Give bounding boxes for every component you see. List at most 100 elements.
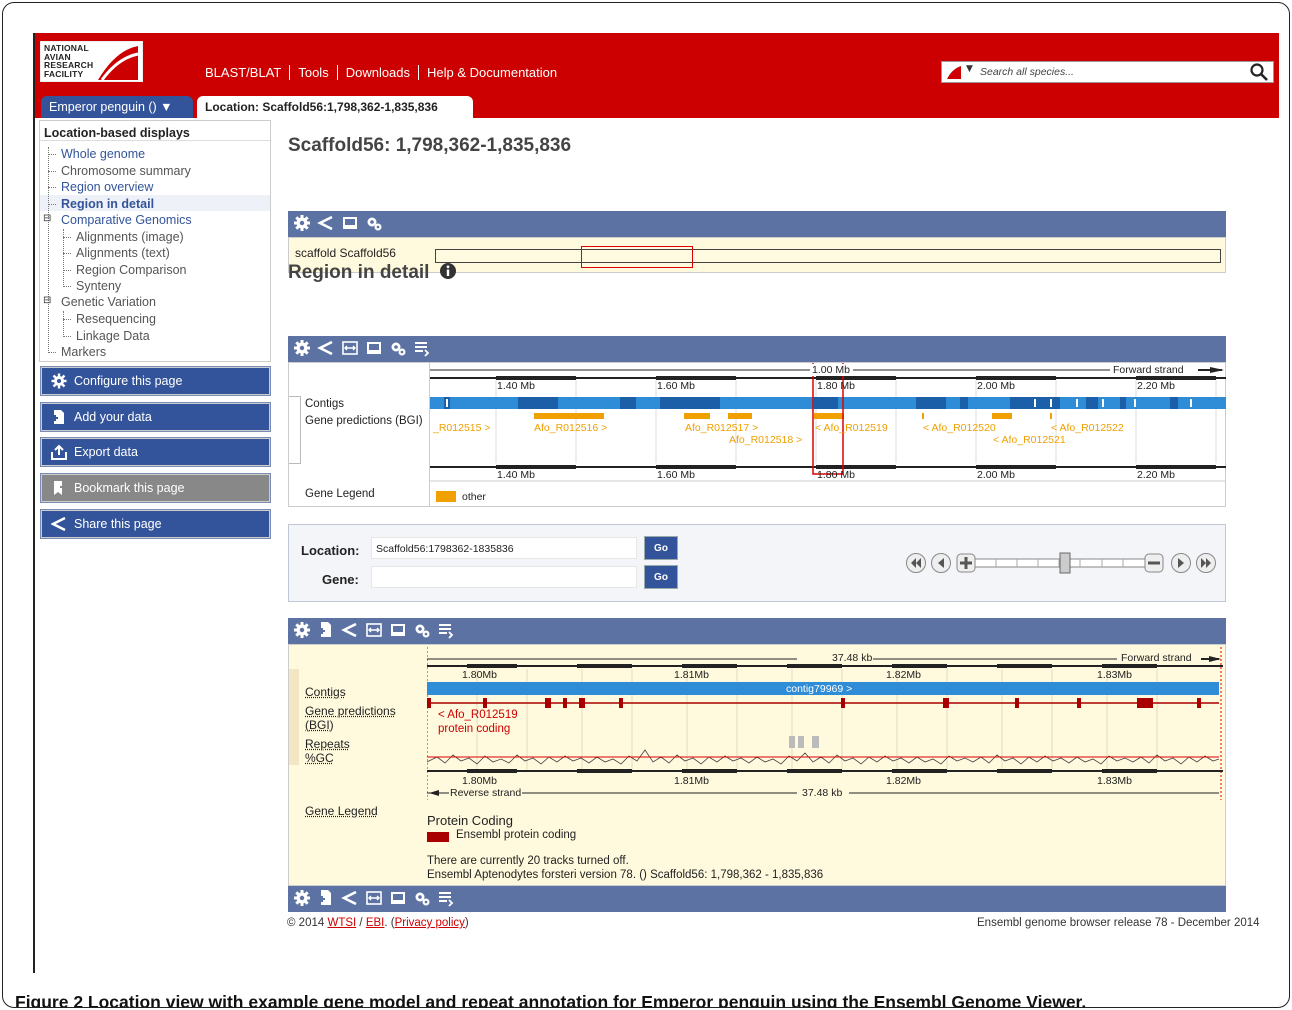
sidebar-item-chromosome-summary[interactable]: Chromosome summary	[61, 164, 191, 178]
species-select-icon[interactable]	[946, 65, 962, 80]
search-input[interactable]: Search all species...	[980, 66, 1074, 78]
export-data-label: Export data	[74, 445, 138, 459]
resize-icon[interactable]	[341, 339, 359, 357]
gene-label[interactable]: Afo_R012517 >	[685, 422, 758, 434]
nav-help[interactable]: Help & Documentation	[418, 65, 565, 80]
sidebar-item-synteny[interactable]: Synteny	[76, 279, 121, 293]
bookmark-icon	[54, 481, 66, 495]
bookmark-page-button[interactable]: Bookmark this page	[40, 473, 271, 503]
sidebar-item-comparative-genomics[interactable]: Comparative Genomics	[61, 213, 192, 227]
sidebar-item-resequencing[interactable]: Resequencing	[76, 312, 156, 326]
gene-input[interactable]	[371, 566, 637, 588]
sidebar-item-markers[interactable]: Markers	[61, 345, 106, 359]
tick-label: 1.80 Mb	[817, 469, 855, 481]
settings-refresh-icon[interactable]	[413, 889, 431, 907]
gene-label[interactable]: < Afo_R012521	[993, 434, 1066, 446]
sidebar-item-region-comparison[interactable]: Region Comparison	[76, 263, 186, 277]
info-icon[interactable]	[439, 262, 457, 280]
resize-icon[interactable]	[365, 621, 383, 639]
settings-refresh-icon[interactable]	[365, 214, 383, 232]
location-go-button[interactable]: Go	[644, 536, 678, 560]
image-export-icon[interactable]	[389, 889, 407, 907]
sidebar-item-linkage-data[interactable]: Linkage Data	[76, 329, 150, 343]
species-search[interactable]: ▼ Search all species...	[941, 61, 1274, 83]
share-page-button[interactable]: Share this page	[40, 509, 271, 539]
zoom-out-icon	[1144, 553, 1164, 573]
track-label-gene-legend[interactable]: Gene Legend	[305, 804, 378, 818]
share-icon[interactable]	[317, 339, 335, 357]
collapse-toggle-icon[interactable]: ⊟	[43, 295, 51, 306]
add-data-button[interactable]: Add your data	[40, 402, 271, 432]
gene-label[interactable]: _R012515 >	[433, 422, 491, 434]
privacy-policy-link[interactable]: Privacy policy	[395, 917, 465, 929]
track-label-gene-predictions[interactable]: Gene predictions (BGI)	[305, 704, 405, 732]
image-export-icon[interactable]	[365, 339, 383, 357]
resize-icon[interactable]	[365, 889, 383, 907]
gene-label[interactable]: < Afo_R012519	[815, 422, 888, 434]
scaffold-selection-box[interactable]	[581, 246, 693, 268]
detail-panel-toolbar	[288, 618, 1226, 644]
gene-go-button[interactable]: Go	[644, 565, 678, 589]
scaffold-bar[interactable]	[435, 249, 1221, 263]
search-icon[interactable]	[1249, 62, 1269, 82]
settings-refresh-icon[interactable]	[413, 621, 431, 639]
sidebar-item-region-in-detail[interactable]: Region in detail	[61, 197, 154, 211]
sidebar-item-whole-genome[interactable]: Whole genome	[61, 147, 145, 161]
export-data-button[interactable]: Export data	[40, 437, 271, 467]
collapse-toggle-icon[interactable]: ⊟	[43, 213, 51, 224]
tree-line	[48, 171, 56, 172]
sidebar-item-alignments-text[interactable]: Alignments (text)	[76, 246, 170, 260]
tree-line	[63, 311, 64, 337]
reset-tracks-icon[interactable]	[413, 339, 431, 357]
jump-forward-icon	[1196, 553, 1216, 573]
share-icon[interactable]	[341, 621, 359, 639]
separator: /	[359, 917, 363, 929]
share-icon[interactable]	[341, 889, 359, 907]
contig-label[interactable]: contig79969 >	[786, 683, 852, 695]
gear-icon[interactable]	[293, 214, 311, 232]
species-tab[interactable]: Emperor penguin () ▼	[41, 96, 193, 118]
image-export-icon[interactable]	[341, 214, 359, 232]
scaffold-label: scaffold Scaffold56	[295, 246, 396, 260]
tree-line	[63, 336, 71, 337]
gene-label[interactable]: < Afo_R012520	[923, 422, 996, 434]
configure-page-button[interactable]: Configure this page	[40, 366, 271, 396]
sidebar-item-alignments-image[interactable]: Alignments (image)	[76, 230, 184, 244]
tree-line	[63, 270, 71, 271]
ebi-link[interactable]: EBI	[366, 917, 385, 929]
nav-tools[interactable]: Tools	[289, 65, 336, 80]
track-label-repeats[interactable]: Repeats	[305, 737, 350, 751]
wtsi-link[interactable]: WTSI	[327, 917, 356, 929]
dropdown-caret-icon[interactable]: ▼	[966, 64, 973, 74]
gear-icon[interactable]	[293, 621, 311, 639]
gear-icon[interactable]	[293, 889, 311, 907]
gene-name-label[interactable]: < Afo_R012519	[438, 709, 518, 721]
gene-label-text: Gene:	[322, 572, 359, 587]
gene-label[interactable]: < Afo_R012522	[1051, 422, 1124, 434]
settings-refresh-icon[interactable]	[389, 339, 407, 357]
gene-label[interactable]: Afo_R012518 >	[729, 434, 802, 446]
location-input[interactable]: Scaffold56:1798362-1835836	[371, 537, 637, 559]
section-title-text: Region in detail	[288, 262, 430, 283]
site-logo[interactable]: NATIONAL AVIAN RESEARCH FACILITY	[40, 41, 143, 82]
sidebar-item-genetic-variation[interactable]: Genetic Variation	[61, 295, 156, 309]
nav-blast[interactable]: BLAST/BLAT	[203, 65, 289, 80]
nav-downloads[interactable]: Downloads	[336, 65, 418, 80]
tick-label: 1.40 Mb	[497, 469, 535, 481]
track-label-contigs[interactable]: Contigs	[305, 685, 346, 699]
zoom-slider[interactable]	[904, 551, 1220, 575]
share-icon[interactable]	[317, 214, 335, 232]
legend-title: Protein Coding	[427, 813, 513, 828]
track-label-gc[interactable]: %GC	[305, 751, 334, 765]
add-file-icon[interactable]	[317, 621, 335, 639]
reset-tracks-icon[interactable]	[437, 621, 455, 639]
location-tab[interactable]: Location: Scaffold56:1,798,362-1,835,836	[197, 96, 473, 118]
add-file-icon[interactable]	[317, 889, 335, 907]
detail-panel-bottom-toolbar	[288, 886, 1226, 912]
sidebar-item-region-overview[interactable]: Region overview	[61, 180, 153, 194]
reset-tracks-icon[interactable]	[437, 889, 455, 907]
gene-label[interactable]: Afo_R012516 >	[534, 422, 607, 434]
add-file-icon	[52, 410, 64, 424]
image-export-icon[interactable]	[389, 621, 407, 639]
gear-icon[interactable]	[293, 339, 311, 357]
